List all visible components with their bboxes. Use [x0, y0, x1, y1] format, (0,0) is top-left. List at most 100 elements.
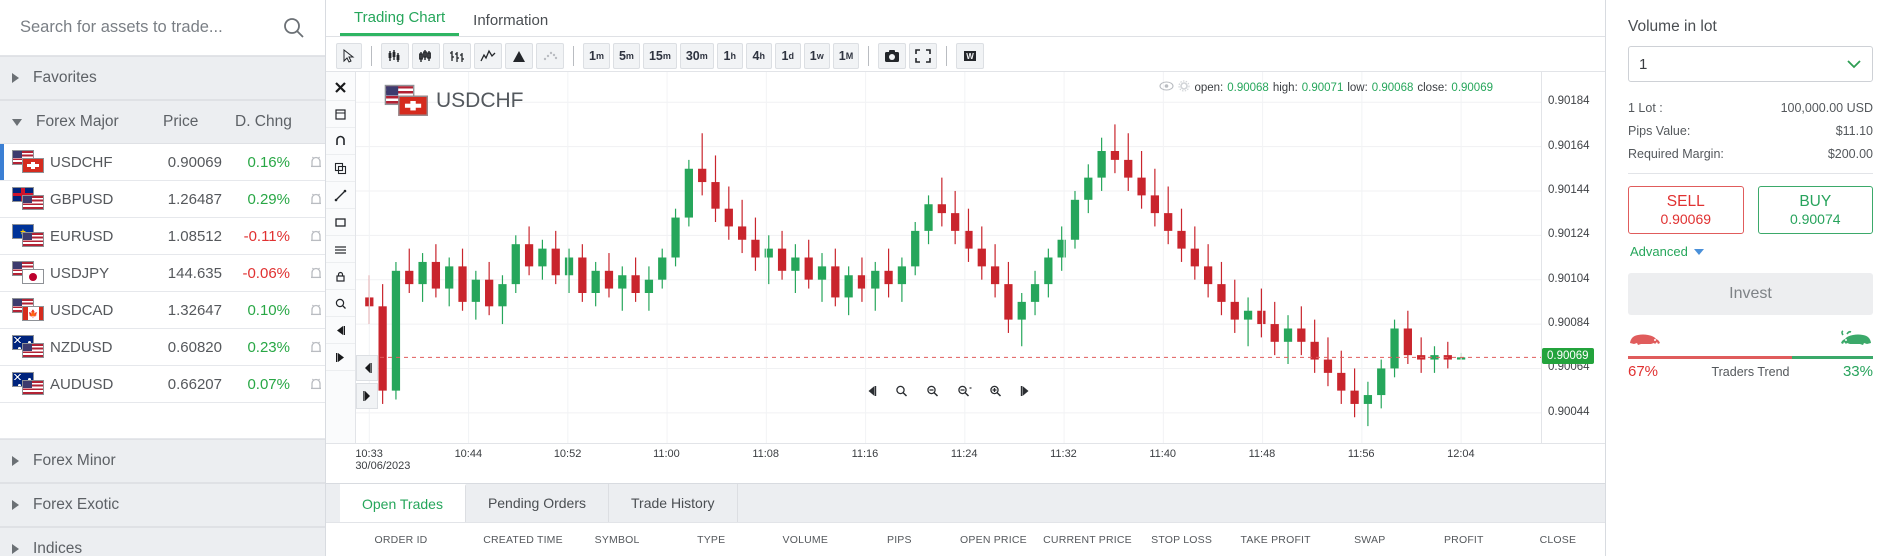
assets-sidebar: Favorites Forex Major Price D. Chng USDC… — [0, 0, 326, 556]
search-icon[interactable] — [281, 15, 307, 41]
volume-select[interactable]: 1 — [1628, 46, 1873, 82]
magnet-icon[interactable] — [326, 128, 355, 155]
cursor-icon[interactable] — [336, 43, 362, 69]
timeframe-label: 1 — [781, 49, 789, 63]
timeframe-1w[interactable]: 1w — [803, 43, 830, 69]
tab-trade-history[interactable]: Trade History — [609, 484, 738, 522]
zoom-reset-icon[interactable] — [894, 384, 909, 401]
scroll-left-button[interactable] — [356, 355, 378, 381]
zoom-out-icon[interactable] — [925, 384, 940, 401]
group-label: Favorites — [33, 69, 97, 86]
timeframe-label: 5 — [618, 49, 626, 63]
traders-trend-values: 67% Traders Trend 33% — [1628, 363, 1873, 380]
timeframe-unit: m — [699, 51, 708, 61]
dots-chart-icon[interactable] — [536, 43, 564, 69]
gear-icon[interactable] — [1178, 80, 1191, 95]
chevron-right-icon — [12, 73, 19, 83]
chart-toolbar: 1 m 5 m 15 m 30 m 1 h 4 h 1 d 1 w 1 M W — [326, 37, 1605, 71]
chevron-right-icon — [12, 500, 19, 510]
column-header-change: D. Chng — [235, 113, 292, 130]
asset-row[interactable]: NZDUSD 0.60820 0.23% — [0, 329, 325, 366]
flag-pair-icon — [10, 186, 50, 212]
timeframe-5m[interactable]: 5m — [612, 43, 640, 69]
alert-bell-icon[interactable] — [296, 377, 336, 392]
pan-right-icon[interactable] — [1019, 384, 1032, 401]
group-label: Forex Minor — [33, 452, 116, 469]
line-chart-icon[interactable] — [474, 43, 502, 69]
eye-icon[interactable] — [1159, 80, 1175, 95]
asset-row[interactable]: USDCHF 0.90069 0.16% — [0, 144, 325, 181]
search-input[interactable] — [20, 18, 281, 37]
sidebar-group-forex-exotic[interactable]: Forex Exotic — [0, 483, 325, 527]
chart-container: USDCHF open: 0.90068 high: 0.90071 low: … — [326, 71, 1605, 443]
sell-button[interactable]: SELL 0.90069 — [1628, 186, 1744, 234]
area-chart-icon[interactable] — [505, 43, 533, 69]
invest-button[interactable]: Invest — [1628, 273, 1873, 315]
timeframe-1M[interactable]: 1M — [832, 43, 860, 69]
tab-open-trades[interactable]: Open Trades — [340, 484, 466, 522]
zoom-horizontal-icon[interactable] — [956, 384, 972, 401]
alert-bell-icon[interactable] — [296, 155, 336, 170]
timeframe-unit: M — [845, 51, 854, 61]
asset-row[interactable]: EURUSD 1.08512 -0.11% — [0, 218, 325, 255]
fullscreen-icon[interactable] — [909, 43, 938, 69]
close-icon[interactable] — [326, 74, 355, 101]
asset-row[interactable]: USDCAD 1.32647 0.10% — [0, 292, 325, 329]
asset-row[interactable]: USDJPY 144.635 -0.06% — [0, 255, 325, 292]
alert-bell-icon[interactable] — [296, 303, 336, 318]
time-tick-label: 11:24 — [950, 448, 978, 460]
advanced-toggle[interactable]: Advanced — [1630, 244, 1873, 259]
price-tick: 0.90144 — [1548, 183, 1590, 196]
pips-value-label: Pips Value: — [1628, 123, 1691, 138]
column-header: ORDER ID — [374, 533, 428, 546]
price-axis[interactable]: 0.90184 0.90164 0.90144 0.90124 0.90104 0.900… — [1541, 72, 1605, 443]
asset-row[interactable]: AUDUSD 0.66207 0.07% — [0, 366, 325, 403]
camera-icon[interactable] — [878, 43, 907, 69]
advanced-label: Advanced — [1630, 244, 1688, 259]
timeframe-30m[interactable]: 30 m — [679, 43, 714, 69]
time-tick-label: 10:52 — [553, 448, 582, 460]
column-header: CREATED TIME — [483, 533, 563, 546]
sidebar-group-favorites[interactable]: Favorites — [0, 56, 325, 100]
bear-bar — [1628, 356, 1793, 359]
price-tick: 0.90184 — [1548, 95, 1590, 108]
zoom-in-icon[interactable] — [988, 384, 1003, 401]
timeframe-1m[interactable]: 1m — [583, 43, 610, 69]
asset-price: 0.66207 — [167, 375, 222, 393]
timeframe-4h[interactable]: 4h — [745, 43, 772, 69]
time-tick-label: 11:08 — [752, 448, 780, 460]
scroll-right-button[interactable] — [356, 383, 378, 409]
tab-information[interactable]: Information — [459, 12, 562, 36]
hollow-candle-icon[interactable] — [412, 43, 440, 69]
lot-size-value: 100,000.00 USD — [1780, 100, 1873, 115]
asset-symbol: EURUSD — [50, 227, 114, 245]
buy-button[interactable]: BUY 0.90074 — [1757, 186, 1873, 234]
crop-icon[interactable] — [326, 101, 355, 128]
watermark-icon[interactable]: W — [956, 43, 985, 69]
pan-left-icon[interactable] — [865, 384, 878, 401]
group-label: Indices — [33, 540, 83, 556]
timeframe-15m[interactable]: 15 m — [642, 43, 677, 69]
chart-plot[interactable]: USDCHF open: 0.90068 high: 0.90071 low: … — [356, 72, 1541, 443]
asset-change: -0.06% — [242, 264, 290, 282]
ohlc-high-value: 0.90071 — [1301, 81, 1344, 94]
tab-trading-chart[interactable]: Trading Chart — [340, 9, 460, 36]
alert-bell-icon[interactable] — [296, 340, 336, 355]
time-tick: 10:52 — [554, 448, 582, 460]
tab-pending-orders[interactable]: Pending Orders — [465, 484, 609, 522]
timeframe-1d[interactable]: 1d — [774, 43, 801, 69]
sidebar-group-forex-major[interactable]: Forex Major Price D. Chng — [0, 100, 325, 144]
required-margin-value: $200.00 — [1827, 146, 1873, 161]
asset-row[interactable]: GBPUSD 1.26487 0.29% — [0, 181, 325, 218]
sell-price: 0.90069 — [1660, 210, 1712, 227]
candlestick-icon[interactable] — [381, 43, 409, 69]
alert-bell-icon[interactable] — [296, 266, 336, 281]
bar-chart-icon[interactable] — [443, 43, 471, 69]
alert-bell-icon[interactable] — [296, 192, 336, 207]
timeframe-1h[interactable]: 1h — [716, 43, 743, 69]
sidebar-group-indices[interactable]: Indices — [0, 527, 325, 556]
sidebar-group-forex-minor[interactable]: Forex Minor — [0, 439, 325, 483]
asset-list-spacer — [0, 403, 325, 439]
time-axis[interactable]: 10:33 30/06/2023 10:44 10:52 11:00 11:08 11:16… — [326, 443, 1605, 483]
alert-bell-icon[interactable] — [296, 229, 336, 244]
